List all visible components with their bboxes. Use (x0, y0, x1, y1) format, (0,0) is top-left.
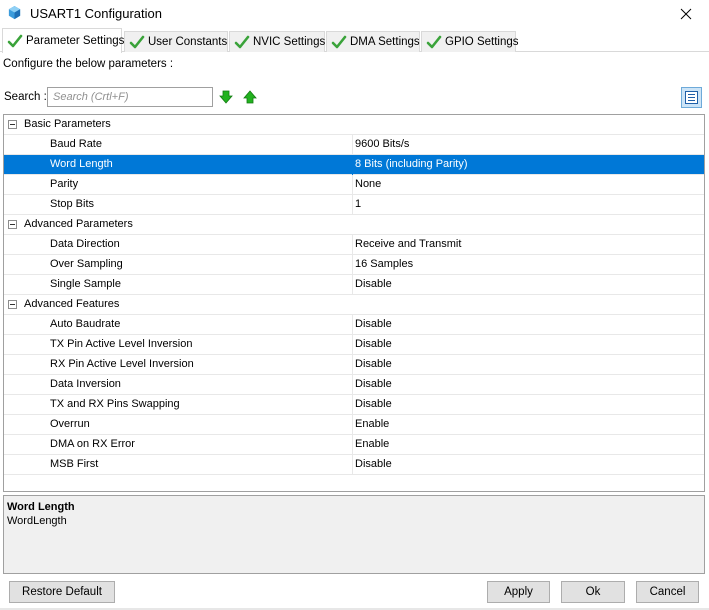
param-value[interactable]: Disable (355, 398, 392, 410)
param-name: Stop Bits (50, 198, 95, 210)
green-check-icon (234, 35, 250, 49)
parameter-settings-panel: Configure the below parameters : Search … (0, 52, 709, 610)
collapse-icon[interactable] (8, 300, 17, 309)
param-name: Single Sample (50, 278, 121, 290)
apply-button[interactable]: Apply (487, 581, 550, 603)
close-icon (680, 8, 692, 19)
param-name: Data Direction (50, 238, 120, 250)
param-value[interactable]: Enable (355, 438, 389, 450)
param-value[interactable]: Disable (355, 378, 392, 390)
group-label: Advanced Features (24, 298, 120, 310)
tab-label: User Constants (148, 36, 228, 48)
window-title: USART1 Configuration (30, 6, 162, 21)
collapse-icon[interactable] (8, 220, 17, 229)
param-name: Auto Baudrate (50, 318, 121, 330)
param-value[interactable]: None (355, 178, 381, 190)
tab-label: Parameter Settings (26, 35, 125, 47)
param-value[interactable]: Disable (355, 358, 392, 370)
param-value[interactable]: Disable (355, 318, 392, 330)
param-row-tx-pin-inversion[interactable]: TX Pin Active Level Inversion Disable (4, 335, 704, 355)
tab-nvic-settings[interactable]: NVIC Settings (229, 31, 325, 52)
param-row-word-length[interactable]: Word Length 8 Bits (including Parity) (4, 155, 704, 175)
param-name: MSB First (50, 458, 99, 470)
ok-button[interactable]: Ok (561, 581, 625, 603)
tab-gpio-settings[interactable]: GPIO Settings (421, 31, 519, 52)
param-name: Over Sampling (50, 258, 123, 270)
search-label: Search : (4, 91, 47, 103)
param-value[interactable]: Enable (355, 418, 389, 430)
title-bar: USART1 Configuration (0, 0, 709, 27)
tab-label: GPIO Settings (445, 36, 519, 48)
description-title: Word Length (7, 501, 75, 513)
cancel-button[interactable]: Cancel (636, 581, 699, 603)
param-name: RX Pin Active Level Inversion (50, 358, 194, 370)
param-value[interactable]: 1 (355, 198, 361, 210)
param-value[interactable]: 8 Bits (including Parity) (355, 158, 468, 170)
param-name: Baud Rate (50, 138, 102, 150)
tab-parameter-settings[interactable]: Parameter Settings (2, 28, 125, 53)
param-name: Parity (50, 178, 79, 190)
param-name: Word Length (50, 158, 113, 170)
green-check-icon (331, 35, 347, 49)
group-label: Advanced Parameters (24, 218, 133, 230)
param-row-data-inversion[interactable]: Data Inversion Disable (4, 375, 704, 395)
param-name: TX Pin Active Level Inversion (50, 338, 193, 350)
param-name: DMA on RX Error (50, 438, 135, 450)
param-row-single-sample[interactable]: Single Sample Disable (4, 275, 704, 295)
close-button[interactable] (663, 0, 709, 27)
green-check-icon (129, 35, 145, 49)
param-name: TX and RX Pins Swapping (50, 398, 180, 410)
param-value[interactable]: Disable (355, 458, 392, 470)
param-value[interactable]: Disable (355, 338, 392, 350)
arrow-up-green-icon[interactable] (243, 90, 257, 104)
group-advanced-features[interactable]: Advanced Features (4, 295, 704, 315)
param-row-rx-pin-inversion[interactable]: RX Pin Active Level Inversion Disable (4, 355, 704, 375)
search-input[interactable] (47, 87, 213, 107)
restore-default-button[interactable]: Restore Default (9, 581, 115, 603)
param-name: Data Inversion (50, 378, 121, 390)
param-row-overrun[interactable]: Overrun Enable (4, 415, 704, 435)
tab-bar: Parameter Settings User Constants NVIC S… (0, 27, 709, 53)
param-value[interactable]: Disable (355, 278, 392, 290)
param-row-parity[interactable]: Parity None (4, 175, 704, 195)
parameter-table: Basic Parameters Baud Rate 9600 Bits/s W… (3, 114, 705, 492)
green-check-icon (7, 34, 23, 48)
param-row-over-sampling[interactable]: Over Sampling 16 Samples (4, 255, 704, 275)
param-row-stop-bits[interactable]: Stop Bits 1 (4, 195, 704, 215)
tab-dma-settings[interactable]: DMA Settings (326, 31, 420, 52)
list-view-icon (685, 91, 698, 104)
description-panel: Word Length WordLength (3, 495, 705, 574)
param-row-auto-baudrate[interactable]: Auto Baudrate Disable (4, 315, 704, 335)
param-value[interactable]: 16 Samples (355, 258, 413, 270)
tab-label: DMA Settings (350, 36, 420, 48)
group-advanced-parameters[interactable]: Advanced Parameters (4, 215, 704, 235)
param-row-msb-first[interactable]: MSB First Disable (4, 455, 704, 475)
param-name: Overrun (50, 418, 90, 430)
cube-icon (8, 5, 21, 20)
param-row-baud-rate[interactable]: Baud Rate 9600 Bits/s (4, 135, 704, 155)
arrow-down-green-icon[interactable] (219, 90, 233, 104)
tab-user-constants[interactable]: User Constants (124, 31, 228, 52)
collapse-icon[interactable] (8, 120, 17, 129)
list-view-button[interactable] (681, 87, 702, 108)
configure-label: Configure the below parameters : (3, 58, 174, 70)
tab-label: NVIC Settings (253, 36, 326, 48)
green-check-icon (426, 35, 442, 49)
group-label: Basic Parameters (24, 118, 111, 130)
param-row-pins-swapping[interactable]: TX and RX Pins Swapping Disable (4, 395, 704, 415)
param-row-dma-on-rx-error[interactable]: DMA on RX Error Enable (4, 435, 704, 455)
param-row-data-direction[interactable]: Data Direction Receive and Transmit (4, 235, 704, 255)
group-basic-parameters[interactable]: Basic Parameters (4, 115, 704, 135)
param-value[interactable]: Receive and Transmit (355, 238, 461, 250)
description-text: WordLength (7, 515, 67, 527)
param-value[interactable]: 9600 Bits/s (355, 138, 409, 150)
